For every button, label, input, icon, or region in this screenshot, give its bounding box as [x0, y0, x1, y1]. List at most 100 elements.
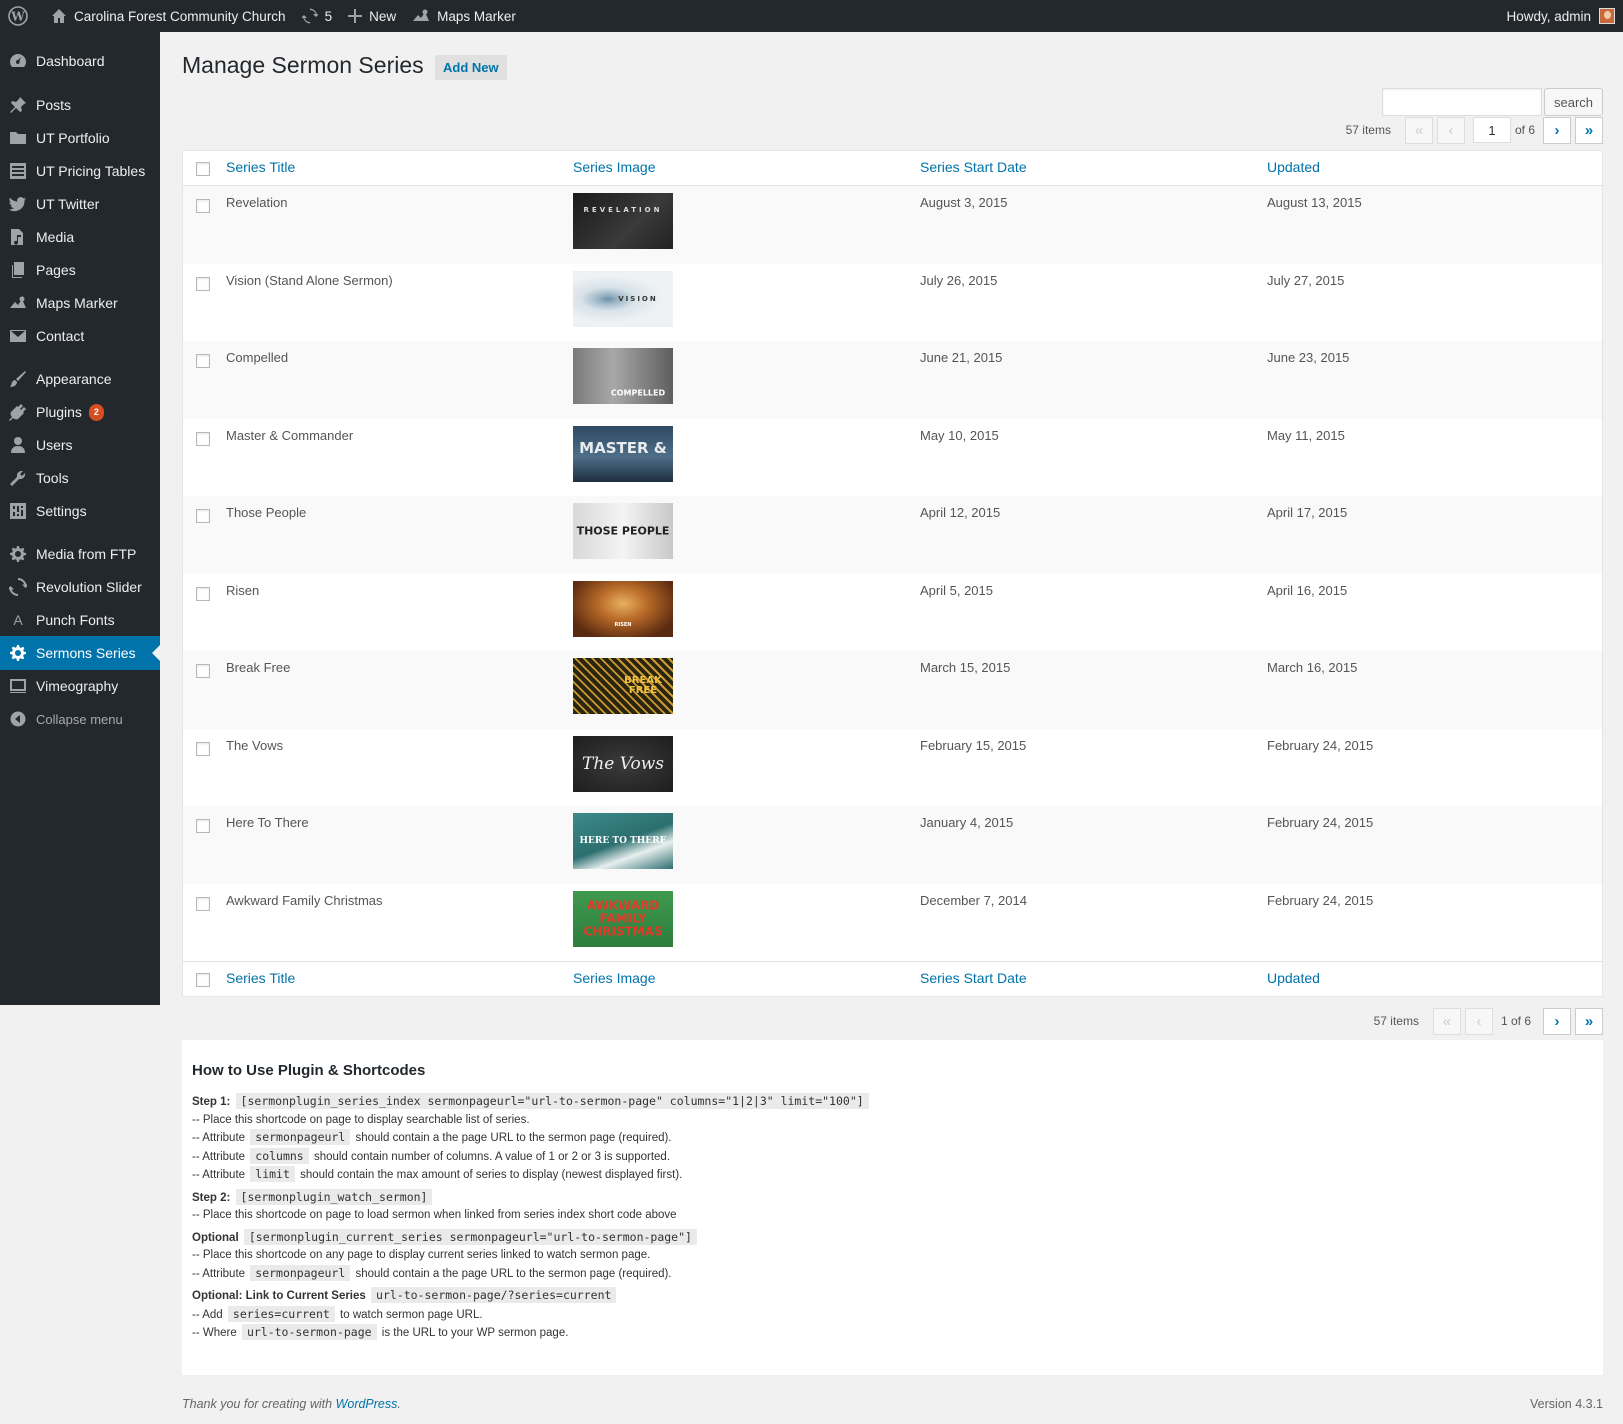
last-page-button[interactable]: » [1575, 116, 1603, 144]
series-title[interactable]: Revelation [226, 195, 287, 210]
series-title[interactable]: Vision (Stand Alone Sermon) [226, 273, 393, 288]
menu-label: Collapse menu [36, 711, 123, 727]
column-header-start-date[interactable]: Series Start Date [920, 970, 1027, 986]
add-new-button[interactable]: Add New [435, 55, 507, 80]
menu-item-plugins[interactable]: Plugins 2 [0, 395, 160, 429]
column-header-updated[interactable]: Updated [1267, 159, 1320, 175]
menu-item-contact[interactable]: Contact [0, 319, 160, 353]
shortcode: url-to-sermon-page/?series=current [371, 1287, 617, 1303]
attribute-code: columns [250, 1147, 309, 1164]
menu-item-revolution-slider[interactable]: Revolution Slider [0, 570, 160, 604]
series-start-date: June 21, 2015 [920, 350, 1003, 365]
menu-item-media-from-ftp[interactable]: Media from FTP [0, 537, 160, 571]
search-input[interactable] [1382, 88, 1542, 116]
next-page-button[interactable]: › [1543, 116, 1571, 144]
admin-menu: Dashboard Posts UT Portfolio UT Pricing … [0, 32, 160, 1005]
select-all-checkbox[interactable] [196, 973, 210, 987]
series-start-date: April 5, 2015 [920, 582, 993, 598]
series-title[interactable]: Break Free [226, 660, 290, 675]
site-name: Carolina Forest Community Church [74, 8, 286, 24]
series-title[interactable]: Those People [226, 505, 306, 520]
refresh-icon [301, 8, 318, 24]
menu-item-users[interactable]: Users [0, 428, 160, 462]
column-header-title[interactable]: Series Title [226, 970, 295, 986]
series-title[interactable]: The Vows [226, 738, 283, 753]
site-name-link[interactable]: Carolina Forest Community Church [43, 0, 294, 32]
row-checkbox[interactable] [196, 199, 210, 213]
series-thumbnail[interactable]: BREAK FREE [573, 658, 673, 714]
series-title[interactable]: Here To There [226, 815, 309, 830]
menu-label: Punch Fonts [36, 612, 115, 628]
updates-link[interactable]: 5 [294, 0, 341, 32]
series-thumbnail[interactable]: VISION [573, 270, 673, 327]
wp-logo-menu[interactable]: W [0, 0, 43, 32]
maps-marker-link[interactable]: Maps Marker [404, 0, 524, 32]
pagination-top: 57 items « ‹ 1 of 6 › » [1346, 116, 1603, 144]
refresh-icon [0, 578, 36, 596]
menu-item-sermons-series[interactable]: Sermons Series [0, 636, 160, 670]
attribute-code: series=current [227, 1305, 335, 1322]
series-thumbnail[interactable]: MASTER & [573, 425, 673, 482]
menu-item-appearance[interactable]: Appearance [0, 362, 160, 396]
collapse-menu-button[interactable]: Collapse menu [0, 702, 160, 736]
menu-label: Users [36, 437, 73, 453]
select-all-checkbox[interactable] [196, 162, 210, 176]
admin-bar: W Carolina Forest Community Church 5 New… [0, 0, 1623, 32]
menu-item-ut-portfolio[interactable]: UT Portfolio [0, 121, 160, 155]
row-checkbox[interactable] [196, 354, 210, 368]
current-page-input[interactable]: 1 [1472, 117, 1511, 143]
menu-item-posts[interactable]: Posts [0, 88, 160, 122]
mail-icon [0, 329, 36, 343]
row-checkbox[interactable] [196, 509, 210, 523]
menu-item-punch-fonts[interactable]: A Punch Fonts [0, 603, 160, 637]
series-thumbnail[interactable]: REVELATION [573, 193, 673, 249]
menu-item-tools[interactable]: Tools [0, 461, 160, 495]
column-header-image[interactable]: Series Image [573, 159, 655, 175]
row-checkbox[interactable] [196, 664, 210, 678]
column-header-title[interactable]: Series Title [226, 159, 295, 175]
series-title[interactable]: Awkward Family Christmas [226, 893, 383, 908]
row-checkbox[interactable] [196, 896, 210, 911]
menu-item-dashboard[interactable]: Dashboard [0, 44, 160, 78]
menu-item-maps-marker[interactable]: Maps Marker [0, 286, 160, 320]
help-step-2: Step 2: [sermonplugin_watch_sermon] [192, 1188, 1593, 1208]
help-line: -- Where url-to-sermon-page is the URL t… [192, 1324, 1593, 1343]
row-checkbox[interactable] [196, 741, 210, 756]
series-thumbnail[interactable]: RISEN [573, 580, 673, 637]
series-thumbnail[interactable]: HERE TO THERE [573, 813, 673, 869]
gear-icon [0, 545, 36, 563]
column-header-updated[interactable]: Updated [1267, 970, 1320, 986]
new-content-link[interactable]: New [340, 0, 404, 32]
menu-item-ut-twitter[interactable]: UT Twitter [0, 187, 160, 221]
series-thumbnail[interactable]: AWKWARD FAMILY CHRISTMAS [573, 890, 673, 947]
help-optional-link: Optional: Link to Current Series url-to-… [192, 1287, 1593, 1306]
my-account-link[interactable]: Howdy, admin [1498, 0, 1623, 32]
last-page-button[interactable]: » [1575, 1007, 1603, 1035]
menu-item-ut-pricing-tables[interactable]: UT Pricing Tables [0, 154, 160, 188]
column-header-image[interactable]: Series Image [573, 970, 655, 986]
shortcode: [sermonplugin_watch_sermon] [235, 1188, 433, 1205]
wordpress-link[interactable]: WordPress [336, 1397, 398, 1411]
footer-period: . [397, 1397, 401, 1411]
thumbnail-text: THOSE PEOPLE [576, 524, 670, 538]
menu-item-vimeography[interactable]: Vimeography [0, 669, 160, 703]
menu-item-media[interactable]: Media [0, 220, 160, 254]
series-title[interactable]: Compelled [226, 350, 288, 365]
table-row: Those People THOSE PEOPLE April 12, 2015… [183, 496, 1602, 574]
series-start-date: May 10, 2015 [920, 427, 999, 443]
series-thumbnail[interactable]: COMPELLED [573, 348, 673, 404]
series-thumbnail[interactable]: THOSE PEOPLE [573, 503, 673, 559]
row-checkbox[interactable] [196, 586, 210, 601]
series-updated: August 13, 2015 [1267, 195, 1362, 210]
row-checkbox[interactable] [196, 431, 210, 446]
menu-item-pages[interactable]: Pages [0, 253, 160, 287]
series-title[interactable]: Risen [226, 583, 259, 598]
search-button[interactable]: search [1544, 88, 1603, 116]
row-checkbox[interactable] [196, 819, 210, 833]
menu-item-settings[interactable]: Settings [0, 494, 160, 528]
next-page-button[interactable]: › [1543, 1007, 1571, 1035]
series-title[interactable]: Master & Commander [226, 428, 353, 443]
series-thumbnail[interactable]: The Vows [573, 735, 673, 792]
column-header-start-date[interactable]: Series Start Date [920, 159, 1027, 175]
row-checkbox[interactable] [196, 276, 210, 291]
